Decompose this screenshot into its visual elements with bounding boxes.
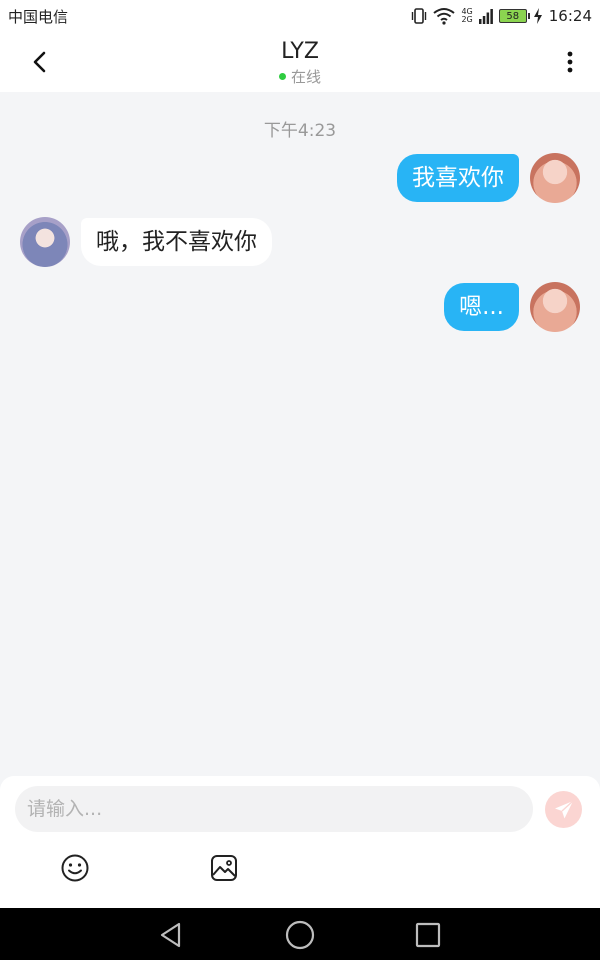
back-button[interactable] — [24, 46, 56, 78]
nav-recents-button[interactable] — [411, 918, 445, 952]
carrier-label: 中国电信 — [8, 7, 69, 26]
clock: 16:24 — [548, 7, 592, 25]
signal-icon — [478, 9, 493, 24]
message-timestamp: 下午4:23 — [263, 121, 337, 141]
message-input[interactable] — [15, 786, 533, 832]
message-list[interactable]: 下午4:23 我喜欢你 哦，我不喜欢你 嗯... — [0, 92, 600, 776]
recents-square-icon — [415, 922, 441, 948]
chevron-left-icon — [33, 51, 46, 73]
message-row-sent: 我喜欢你 — [0, 153, 600, 205]
send-button[interactable] — [545, 791, 582, 828]
self-avatar[interactable] — [530, 153, 580, 203]
online-dot-icon — [278, 72, 286, 80]
message-composer — [0, 776, 600, 908]
presence-status: 在线 — [278, 66, 321, 87]
contact-name: LYZ — [281, 38, 319, 64]
chat-header: LYZ 在线 — [0, 32, 600, 92]
network-type: 4G 2G — [461, 8, 472, 24]
status-icons: 4G 2G 58 16:24 — [411, 7, 592, 25]
home-circle-icon — [285, 920, 315, 950]
vibrate-icon — [412, 8, 427, 24]
emoji-icon — [61, 854, 89, 882]
contact-title: LYZ 在线 — [278, 38, 321, 87]
sent-message-bubble[interactable]: 嗯... — [444, 283, 519, 331]
charging-icon — [533, 8, 542, 24]
more-options-button[interactable] — [554, 46, 586, 78]
sent-message-bubble[interactable]: 我喜欢你 — [397, 154, 519, 202]
received-message-bubble[interactable]: 哦，我不喜欢你 — [81, 218, 272, 266]
presence-label: 在线 — [290, 67, 321, 86]
more-vertical-icon — [567, 51, 573, 73]
wifi-icon — [433, 8, 456, 25]
image-picker-button[interactable] — [208, 852, 240, 884]
message-row-sent: 嗯... — [0, 282, 600, 334]
battery-icon: 58 — [498, 9, 530, 23]
image-icon — [211, 855, 237, 881]
message-row-received: 哦，我不喜欢你 — [0, 217, 600, 269]
self-avatar[interactable] — [530, 282, 580, 332]
system-navigation-bar — [0, 908, 600, 960]
send-icon — [554, 799, 573, 818]
emoji-button[interactable] — [59, 852, 91, 884]
chat-screen: 中国电信 4G 2G 58 16:24 LYZ 在线 下午4:23 我喜欢你 哦… — [0, 0, 600, 960]
network-type-bottom: 2G — [461, 15, 473, 24]
status-bar: 中国电信 4G 2G 58 16:24 — [0, 0, 600, 32]
nav-back-button[interactable] — [154, 918, 188, 952]
back-triangle-icon — [160, 922, 181, 948]
nav-home-button[interactable] — [283, 918, 317, 952]
contact-avatar[interactable] — [20, 217, 70, 267]
battery-level: 58 — [506, 10, 520, 22]
